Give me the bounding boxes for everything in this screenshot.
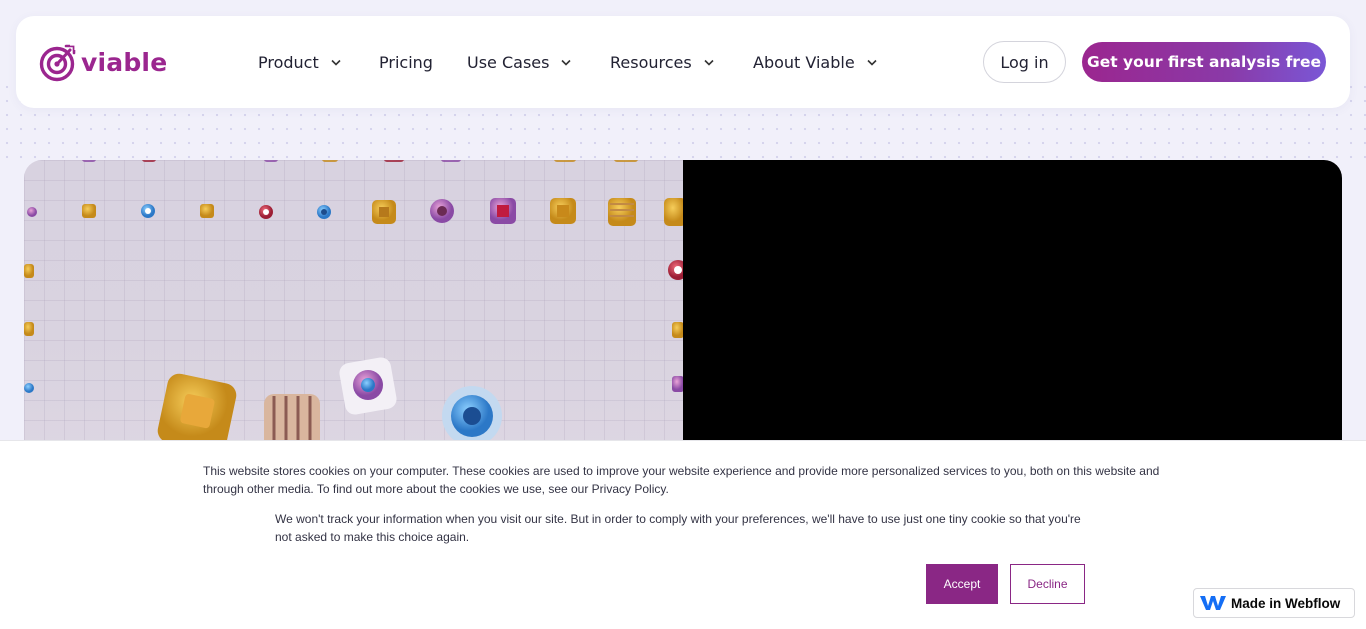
decline-cookies-button[interactable]: Decline [1010,564,1085,604]
target-arrow-icon [39,44,76,82]
accept-cookies-button[interactable]: Accept [926,564,998,604]
chevron-down-icon [561,59,572,66]
cookie-preference-text: We won't track your information when you… [275,512,1081,544]
nav-use-cases-label: Use Cases [467,52,550,72]
nav-product-label: Product [258,52,319,72]
chevron-down-icon [867,59,877,66]
webflow-icon [1200,596,1226,610]
cookie-notice-text: This website stores cookies on your comp… [203,464,1160,496]
cookie-consent-banner: This website stores cookies on your comp… [0,440,1366,629]
nav-product[interactable]: Product [258,50,341,74]
brand-logo[interactable]: viable [39,42,167,82]
hero-illustration [24,160,683,460]
chevron-down-icon [704,59,714,66]
brand-name: viable [81,47,168,77]
made-in-webflow-badge[interactable]: Made in Webflow [1193,588,1355,618]
chevron-down-icon [331,59,341,66]
hero-video-player[interactable] [683,160,1342,460]
nav-pricing[interactable]: Pricing [379,50,433,74]
login-button[interactable]: Log in [983,41,1066,83]
top-navigation: viable Product Pricing Use Cases Resourc… [16,16,1350,108]
get-first-analysis-button[interactable]: Get your first analysis free [1082,42,1326,82]
nav-use-cases[interactable]: Use Cases [467,50,572,74]
nav-resources[interactable]: Resources [610,50,714,74]
3d-icons-illustration [24,160,683,454]
nav-about-viable-label: About Viable [753,52,855,72]
nav-pricing-label: Pricing [379,52,433,72]
hero-section [24,160,1342,460]
nav-about-viable[interactable]: About Viable [753,50,877,74]
nav-resources-label: Resources [610,52,692,72]
made-in-webflow-label: Made in Webflow [1231,595,1341,611]
